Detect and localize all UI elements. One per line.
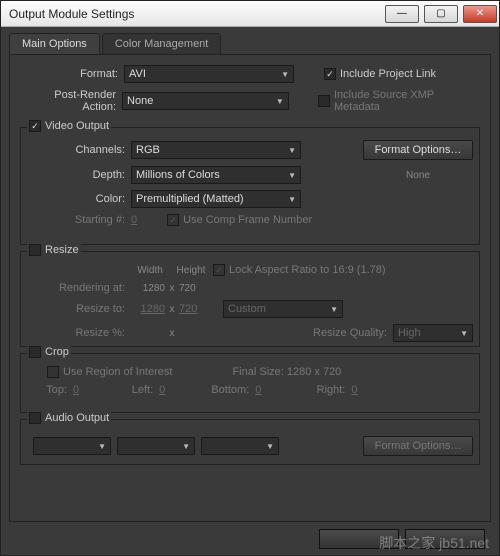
post-render-select[interactable]: None▼	[122, 92, 289, 110]
audio-output-checkbox[interactable]	[29, 412, 41, 424]
channels-label: Channels:	[27, 144, 131, 156]
crop-checkbox[interactable]	[29, 346, 41, 358]
lock-aspect-label: Lock Aspect Ratio to 16:9 (1.78)	[229, 264, 386, 276]
height-label: Height	[169, 265, 213, 276]
resize-to-label: Resize to:	[27, 303, 131, 315]
include-xmp-label: Include Source XMP Metadata	[334, 89, 480, 113]
crop-right-value: 0	[351, 384, 357, 396]
chevron-down-icon: ▼	[288, 195, 296, 204]
resize-header: Resize	[45, 244, 79, 256]
chevron-down-icon: ▼	[288, 171, 296, 180]
resize-quality-label: Resize Quality:	[313, 327, 387, 339]
rendering-at-label: Rendering at:	[27, 282, 131, 294]
include-xmp-checkbox[interactable]	[318, 95, 330, 107]
video-output-checkbox[interactable]: ✓	[29, 120, 41, 132]
audio-channels-select: ▼	[201, 437, 279, 455]
crop-header: Crop	[45, 346, 69, 358]
format-select[interactable]: AVI▼	[124, 65, 294, 83]
resize-group: Resize Width Height ✓ Lock Aspect Ratio …	[20, 251, 480, 347]
use-roi-checkbox	[47, 366, 59, 378]
tab-strip: Main Options Color Management	[9, 27, 491, 54]
audio-format-options-button: Format Options…	[363, 436, 473, 456]
main-panel: Format: AVI▼ ✓ Include Project Link Post…	[9, 54, 491, 522]
cancel-button[interactable]	[405, 529, 485, 549]
depth-label: Depth:	[27, 169, 131, 181]
include-project-link-checkbox[interactable]: ✓	[324, 68, 336, 80]
lock-aspect-checkbox: ✓	[213, 264, 225, 276]
post-render-label: Post-Render Action:	[20, 89, 122, 113]
titlebar: Output Module Settings — ▢ ✕	[1, 1, 499, 27]
audio-depth-select: ▼	[117, 437, 195, 455]
chevron-down-icon: ▼	[281, 70, 289, 79]
minimize-button[interactable]: —	[385, 5, 419, 23]
video-output-header: Video Output	[45, 120, 109, 132]
resize-checkbox[interactable]	[29, 244, 41, 256]
crop-left-label: Left:	[79, 384, 159, 396]
dialog-footer	[319, 529, 485, 549]
client-area: Main Options Color Management Format: AV…	[1, 27, 499, 555]
resize-preset-select: Custom▼	[223, 300, 343, 318]
window-title: Output Module Settings	[9, 7, 134, 21]
video-format-options-button[interactable]: Format Options…	[363, 140, 473, 160]
use-comp-frame-checkbox: ✓	[167, 214, 179, 226]
crop-bottom-label: Bottom:	[165, 384, 255, 396]
window: Output Module Settings — ▢ ✕ Main Option…	[0, 0, 500, 556]
resize-pct-label: Resize %:	[27, 327, 131, 339]
ok-button[interactable]	[319, 529, 399, 549]
color-select[interactable]: Premultiplied (Matted)▼	[131, 190, 301, 208]
chevron-down-icon: ▼	[460, 329, 468, 338]
tab-color-management[interactable]: Color Management	[102, 33, 222, 54]
video-output-group: ✓ Video Output Channels: RGB▼ Format Opt…	[20, 127, 480, 245]
crop-right-label: Right:	[261, 384, 351, 396]
format-options-status: None	[363, 170, 473, 181]
crop-group: Crop Use Region of Interest Final Size: …	[20, 353, 480, 413]
width-label: Width	[131, 265, 169, 276]
starting-label: Starting #:	[27, 214, 131, 226]
chevron-down-icon: ▼	[330, 305, 338, 314]
include-project-link-label: Include Project Link	[340, 68, 436, 80]
starting-value: 0	[131, 214, 137, 226]
crop-top-label: Top:	[27, 384, 73, 396]
maximize-button[interactable]: ▢	[424, 5, 458, 23]
audio-rate-select: ▼	[33, 437, 111, 455]
chevron-down-icon: ▼	[288, 146, 296, 155]
window-controls: — ▢ ✕	[383, 5, 497, 23]
chevron-down-icon: ▼	[98, 442, 106, 451]
format-label: Format:	[20, 68, 124, 80]
use-comp-frame-label: Use Comp Frame Number	[183, 214, 312, 226]
chevron-down-icon: ▼	[276, 97, 284, 106]
color-label: Color:	[27, 193, 131, 205]
close-button[interactable]: ✕	[463, 5, 497, 23]
depth-select[interactable]: Millions of Colors▼	[131, 166, 301, 184]
resize-height-value: 720	[179, 303, 213, 315]
channels-select[interactable]: RGB▼	[131, 141, 301, 159]
audio-output-header: Audio Output	[45, 412, 109, 424]
resize-width-value: 1280	[131, 303, 165, 315]
tab-main-options[interactable]: Main Options	[9, 33, 100, 54]
chevron-down-icon: ▼	[266, 442, 274, 451]
use-roi-label: Use Region of Interest	[63, 366, 172, 378]
resize-quality-select: High▼	[393, 324, 473, 342]
chevron-down-icon: ▼	[182, 442, 190, 451]
final-size-label: Final Size: 1280 x 720	[232, 366, 341, 378]
audio-output-group: Audio Output ▼ ▼ ▼ Format Options…	[20, 419, 480, 465]
